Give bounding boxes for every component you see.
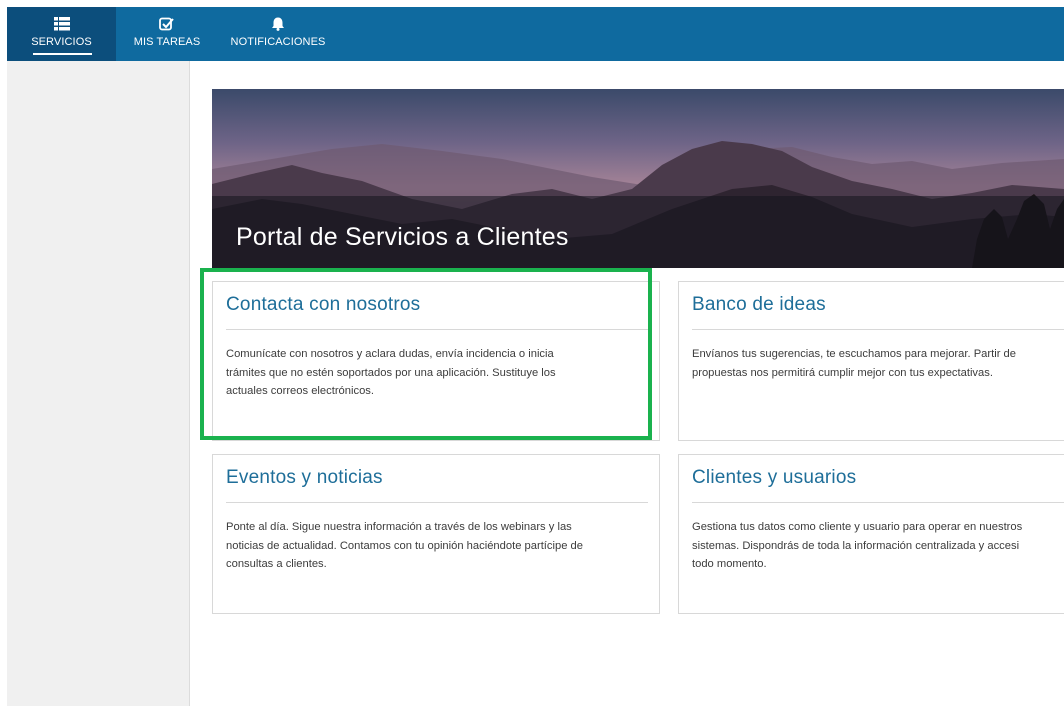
card-title: Contacta con nosotros: [226, 294, 421, 315]
nav-item-label: NOTIFICACIONES: [230, 36, 326, 48]
top-margin: [0, 0, 1064, 7]
card-description-line: Gestiona tus datos como cliente y usuari…: [692, 521, 1023, 533]
nav-item-mis-tareas[interactable]: MIS TAREAS: [124, 7, 210, 61]
card-description-line: trámites que no estén soportados por una…: [226, 366, 556, 379]
card-description-line: Ponte al día. Sigue nuestra información …: [226, 521, 572, 533]
card-eventos-y-noticias[interactable]: Eventos y noticias Ponte al día. Sigue n…: [212, 454, 660, 614]
card-description-line: todo momento.: [692, 558, 767, 570]
card-description-line: consultas a clientes.: [226, 558, 327, 570]
card-description-line: propuestas nos permitirá cumplir mejor c…: [692, 366, 993, 379]
card-title: Banco de ideas: [692, 294, 826, 315]
card-description: Ponte al día. Sigue nuestra información …: [226, 518, 583, 574]
nav-item-label: SERVICIOS: [31, 36, 92, 48]
left-sidebar: [7, 61, 190, 706]
card-description: Envíanos tus sugerencias, te escuchamos …: [692, 345, 1016, 382]
card-description: Gestiona tus datos como cliente y usuari…: [692, 518, 1022, 574]
list-icon: [53, 17, 70, 31]
card-description-line: Envíanos tus sugerencias, te escuchamos …: [692, 348, 1016, 360]
card-description-line: sistemas. Dispondrás de toda la informac…: [692, 539, 1020, 552]
card-divider: [692, 502, 1064, 503]
left-margin: [0, 0, 7, 706]
hero-banner: Portal de Servicios a Clientes: [212, 89, 1064, 268]
nav-item-notificaciones[interactable]: NOTIFICACIONES: [222, 7, 334, 61]
card-clientes-y-usuarios[interactable]: Clientes y usuarios Gestiona tus datos c…: [678, 454, 1064, 614]
bell-icon: [272, 17, 284, 31]
card-description-line: noticias de actualidad. Contamos con tu …: [226, 539, 583, 552]
nav-active-underline: [33, 53, 92, 55]
card-description-line: actuales correos electrónicos.: [226, 385, 374, 397]
card-divider: [692, 329, 1064, 330]
page-title: Portal de Servicios a Clientes: [236, 223, 569, 251]
card-description-line: Comunícate con nosotros y aclara dudas, …: [226, 348, 554, 360]
card-description: Comunícate con nosotros y aclara dudas, …: [226, 345, 556, 401]
nav-item-servicios[interactable]: SERVICIOS: [7, 7, 116, 61]
card-divider: [226, 329, 648, 330]
card-divider: [226, 502, 648, 503]
card-banco-de-ideas[interactable]: Banco de ideas Envíanos tus sugerencias,…: [678, 281, 1064, 441]
checkbox-icon: [159, 17, 174, 31]
nav-item-label: MIS TAREAS: [133, 36, 201, 48]
card-contacta-con-nosotros[interactable]: Contacta con nosotros Comunícate con nos…: [212, 281, 660, 441]
card-title: Eventos y noticias: [226, 467, 383, 488]
card-title: Clientes y usuarios: [692, 467, 857, 488]
top-navbar: SERVICIOS MIS TAREAS NOTIFICACIONES: [7, 7, 1064, 61]
